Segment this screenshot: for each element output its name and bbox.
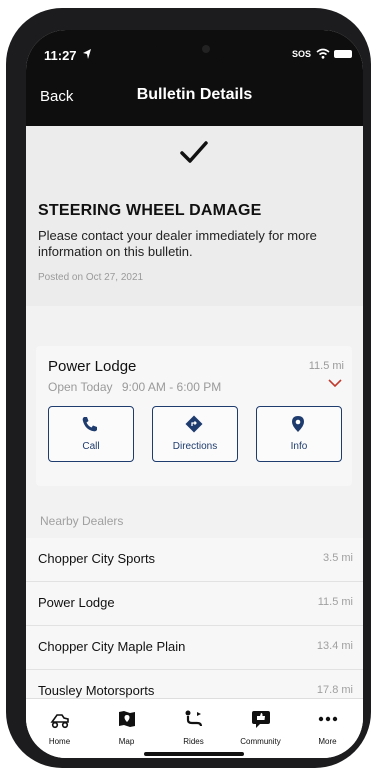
bulletin-body: Please contact your dealer immediately f… [38,228,317,259]
status-bar: 11:27 SOS [26,30,363,74]
phone-icon [82,417,97,432]
tab-more-label: More [318,737,337,746]
map-pin-icon [292,416,304,432]
nearby-dealers-list: Chopper City Sports 3.5 mi Power Lodge 1… [26,538,363,714]
snowmobile-icon [50,714,69,729]
map-icon [119,711,135,727]
dealer-distance: 11.5 mi [308,360,344,372]
battery-icon [334,50,352,58]
status-time: 11:27 [44,48,77,63]
wifi-icon [316,48,330,59]
more-icon [318,716,338,722]
dealer-list-distance: 3.5 mi [323,552,353,564]
tab-map[interactable]: Map [93,699,160,758]
list-item[interactable]: Chopper City Sports 3.5 mi [26,538,363,582]
info-label: Info [290,441,308,452]
list-item[interactable]: Chopper City Maple Plain 13.4 mi [26,626,363,670]
checkmark-icon [180,141,208,163]
tab-community[interactable]: Community [227,699,294,758]
tab-community-label: Community [240,737,281,746]
list-item[interactable]: Power Lodge 11.5 mi [26,582,363,626]
info-button[interactable]: Info [256,406,342,462]
directions-label: Directions [172,441,218,452]
screen: 11:27 SOS Bulletin Details Back STEERING… [26,30,363,758]
dealer-hours-range: 9:00 AM - 6:00 PM [121,380,222,394]
dealer-hours: Open Today 9:00 AM - 6:00 PM [48,380,221,394]
directions-button[interactable]: Directions [152,406,238,462]
phone-frame: 11:27 SOS Bulletin Details Back STEERING… [6,8,371,768]
dynamic-island [156,38,226,62]
dealer-list-name: Tousley Motorsports [38,683,155,698]
back-button[interactable]: Back [40,88,73,105]
bulletin-panel: STEERING WHEEL DAMAGE Please contact you… [26,126,363,306]
rides-icon [185,710,203,727]
nearby-dealers-heading: Nearby Dealers [40,514,124,528]
nav-bar: Bulletin Details Back [26,76,363,116]
dealer-list-distance: 13.4 mi [316,640,353,652]
call-label: Call [82,441,100,452]
bulletin-posted-date: Posted on Oct 27, 2021 [38,272,144,283]
page-title: Bulletin Details [136,86,253,103]
tab-bar: Home Map Rides Community More [26,698,363,758]
tab-rides-label: Rides [183,737,204,746]
dealer-list-name: Chopper City Sports [38,551,156,566]
camera-dot [202,45,210,53]
tab-map-label: Map [118,737,135,746]
chevron-down-icon[interactable] [328,378,342,388]
dealer-list-name: Chopper City Maple Plain [38,639,186,654]
tab-home[interactable]: Home [26,699,93,758]
tab-rides[interactable]: Rides [160,699,227,758]
status-carrier: SOS [292,49,312,59]
dealer-card[interactable]: Power Lodge 11.5 mi Open Today 9:00 AM -… [36,346,352,486]
header: 11:27 SOS Bulletin Details Back [26,30,363,126]
community-icon [252,711,270,728]
tab-home-label: Home [48,737,71,746]
bulletin-title: STEERING WHEEL DAMAGE [38,202,262,219]
dealer-list-name: Power Lodge [38,595,115,610]
dealer-open-status: Open Today [48,380,113,394]
location-arrow-icon [83,49,91,59]
directions-icon [185,415,203,433]
home-indicator[interactable] [144,752,244,756]
dealer-list-distance: 11.5 mi [317,596,353,608]
tab-more[interactable]: More [294,699,361,758]
dealer-list-distance: 17.8 mi [316,684,353,696]
dealer-name: Power Lodge [48,358,137,375]
call-button[interactable]: Call [48,406,134,462]
